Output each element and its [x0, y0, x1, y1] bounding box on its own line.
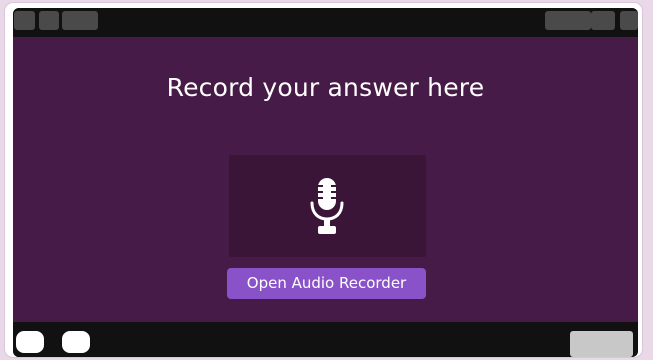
- app-frame: Record your answer here Open Audio Recor…: [5, 3, 642, 357]
- top-toolbar: [13, 8, 638, 37]
- bottom-button-right[interactable]: [570, 331, 633, 357]
- recorder-player: Record your answer here Open Audio Recor…: [13, 8, 638, 357]
- microphone-panel: [229, 155, 426, 257]
- bottom-button-2[interactable]: [62, 331, 90, 353]
- toolbar-button-3[interactable]: [62, 11, 98, 30]
- microphone-icon: [310, 178, 344, 234]
- bottom-toolbar: [13, 322, 638, 357]
- page-title: Record your answer here: [166, 73, 485, 102]
- recording-stage: Record your answer here Open Audio Recor…: [13, 37, 638, 322]
- toolbar-button-2[interactable]: [39, 11, 59, 30]
- toolbar-button-right-3[interactable]: [620, 11, 638, 30]
- open-audio-recorder-button[interactable]: Open Audio Recorder: [227, 268, 426, 299]
- toolbar-button-right-1[interactable]: [545, 11, 591, 30]
- toolbar-button-1[interactable]: [14, 11, 35, 30]
- bottom-button-1[interactable]: [16, 331, 44, 353]
- toolbar-button-right-2[interactable]: [591, 11, 615, 30]
